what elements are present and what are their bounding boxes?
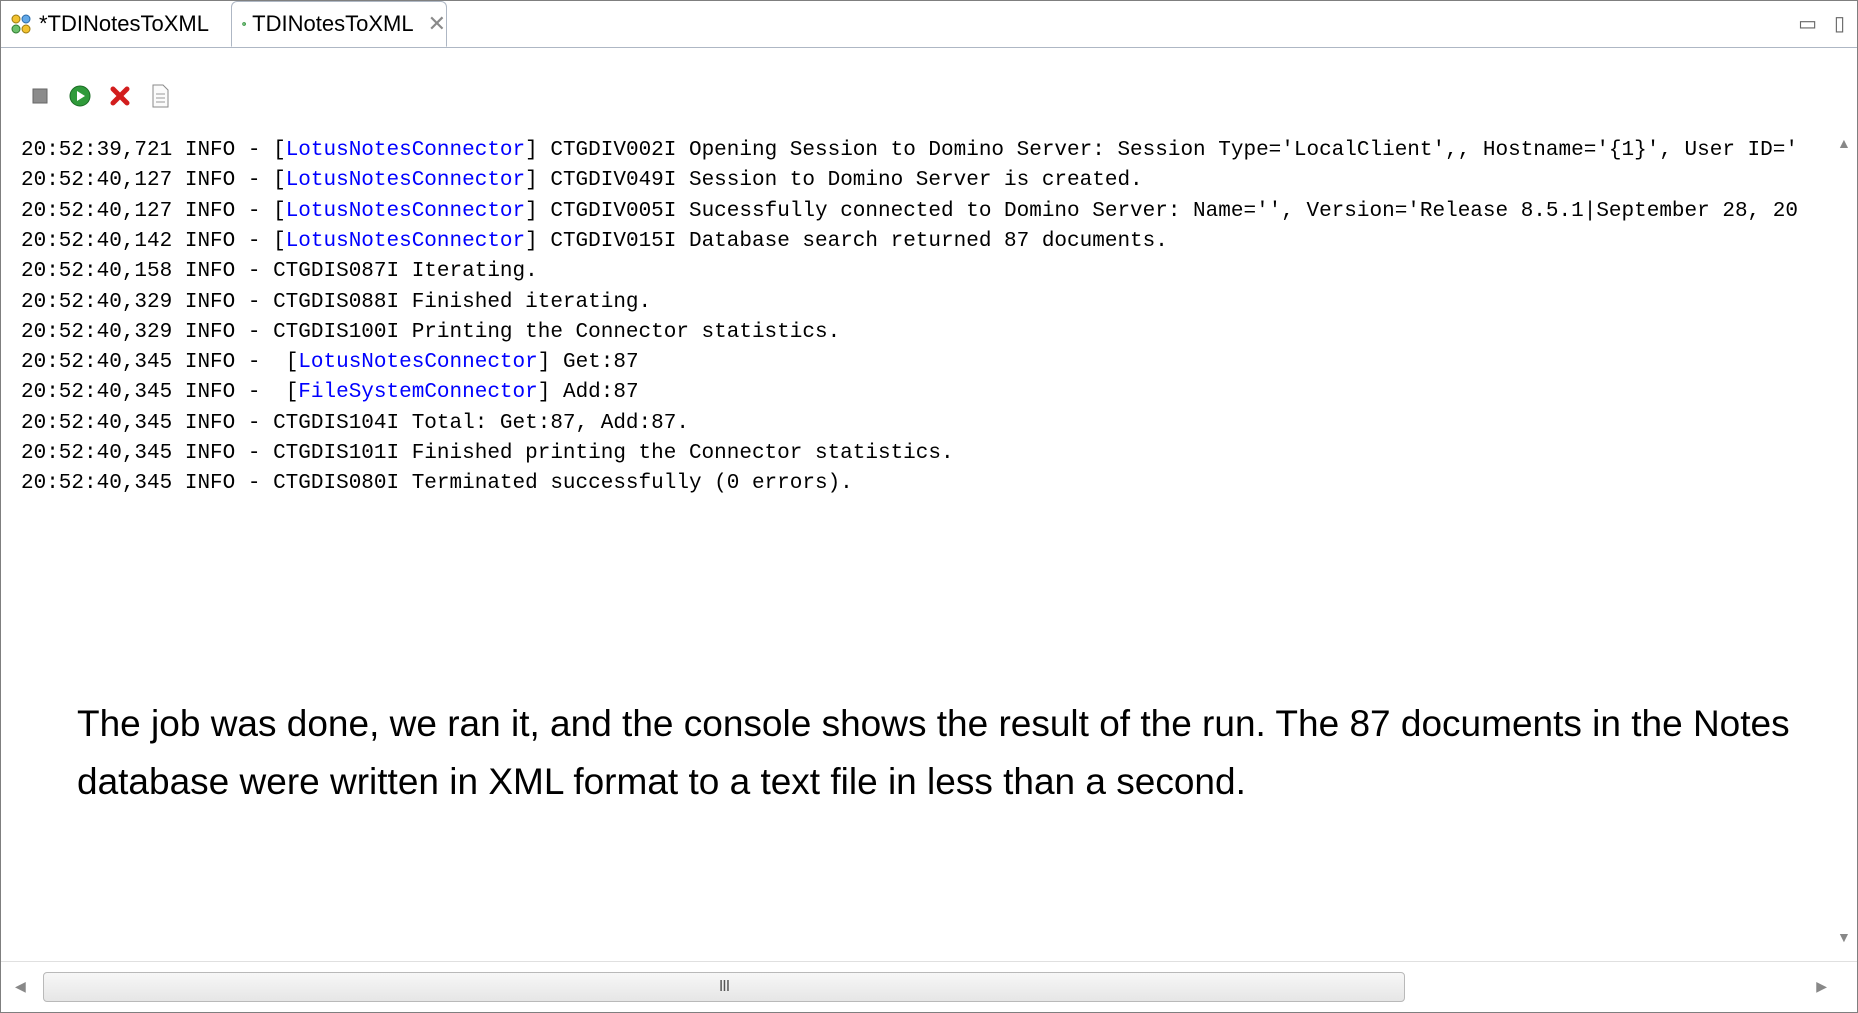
connector-link[interactable]: FileSystemConnector: [298, 381, 537, 404]
log-message: CTGDIV049I Session to Domino Server is c…: [537, 169, 1143, 193]
scroll-thumb[interactable]: III: [43, 972, 1405, 1002]
connector-link[interactable]: LotusNotesConnector: [286, 230, 525, 253]
vertical-scrollbar[interactable]: ▲ ▼: [1831, 129, 1855, 949]
log-separator: -: [235, 381, 286, 405]
scroll-left-icon[interactable]: ◀: [15, 978, 26, 995]
log-timestamp: 20:52:39,721: [21, 139, 173, 162]
log-separator: -: [235, 290, 274, 314]
log-separator: -: [235, 442, 274, 465]
log-line: 20:52:40,345 INFO - CTGDIS080I Terminate…: [21, 466, 853, 502]
minimize-icon[interactable]: ▭: [1798, 11, 1817, 36]
log-timestamp: 20:52:40,345: [21, 411, 173, 435]
tab-label: *TDINotesToXML: [39, 11, 209, 36]
connector-link[interactable]: LotusNotesConnector: [286, 139, 525, 162]
log-level: INFO: [184, 229, 236, 253]
log-timestamp: 20:52:40,127: [21, 199, 173, 223]
run-icon: [242, 22, 246, 26]
clear-button[interactable]: [109, 85, 131, 107]
log-level: INFO: [184, 290, 236, 314]
log-timestamp: 20:52:40,329: [21, 290, 173, 314]
log-timestamp: 20:52:40,345: [21, 472, 173, 496]
log-file-button[interactable]: [149, 84, 171, 108]
log-message: CTGDIS104I Total: Get:87, Add:87.: [273, 411, 689, 435]
connector-link[interactable]: LotusNotesConnector: [286, 200, 525, 223]
log-timestamp: 20:52:40,329: [21, 320, 173, 344]
run-button[interactable]: [69, 85, 91, 107]
tab-label: TDINotesToXML: [252, 11, 414, 36]
tab-tdinotestoxml-editor[interactable]: *TDINotesToXML: [9, 1, 231, 47]
log-message: Add:87: [550, 381, 639, 405]
log-level: INFO: [184, 442, 236, 465]
log-level: INFO: [184, 169, 236, 193]
log-separator: -: [235, 199, 274, 223]
console-view: *TDINotesToXML TDINotesToXML ✕ ▭ ▯ 20:52…: [0, 0, 1858, 1013]
connector-link[interactable]: LotusNotesConnector: [298, 351, 537, 374]
log-timestamp: 20:52:40,142: [21, 229, 173, 253]
annotation-text: The job was done, we ran it, and the con…: [77, 703, 1790, 802]
log-level: INFO: [184, 411, 236, 435]
log-message: CTGDIS087I Iterating.: [273, 260, 538, 284]
log-timestamp: 20:52:40,158: [21, 260, 173, 284]
log-message: CTGDIV015I Database search returned 87 d…: [537, 229, 1168, 253]
log-separator: -: [235, 411, 274, 435]
close-icon[interactable]: ✕: [428, 11, 446, 37]
log-timestamp: 20:52:40,127: [21, 169, 173, 193]
scroll-up-icon[interactable]: ▲: [1837, 135, 1851, 151]
log-level: INFO: [184, 320, 236, 344]
log-timestamp: 20:52:40,345: [21, 351, 173, 375]
console-toolbar: [29, 81, 171, 111]
log-message: CTGDIS088I Finished iterating.: [273, 290, 652, 314]
log-message: CTGDIS101I Finished printing the Connect…: [273, 442, 954, 465]
grip-icon: III: [718, 978, 730, 995]
log-message: CTGDIS100I Printing the Connector statis…: [273, 320, 841, 344]
log-message: Get:87: [550, 351, 639, 375]
stop-icon: [32, 88, 48, 104]
scroll-down-icon[interactable]: ▼: [1837, 929, 1851, 945]
log-separator: -: [235, 472, 274, 496]
scroll-right-icon[interactable]: ▶: [1816, 978, 1827, 995]
log-level: INFO: [184, 199, 236, 223]
log-separator: -: [235, 139, 274, 162]
log-message: CTGDIS080I Terminated successfully (0 er…: [273, 472, 853, 496]
log-timestamp: 20:52:40,345: [21, 442, 173, 465]
maximize-icon[interactable]: ▯: [1834, 11, 1845, 36]
console-output: 20:52:39,721 INFO - [LotusNotesConnector…: [1, 129, 1821, 949]
tab-bar: *TDINotesToXML TDINotesToXML ✕ ▭ ▯: [1, 1, 1857, 48]
log-separator: -: [235, 229, 274, 253]
log-level: INFO: [184, 260, 236, 284]
log-separator: -: [235, 351, 286, 375]
log-level: INFO: [184, 381, 236, 405]
log-separator: -: [235, 260, 274, 284]
document-icon: [152, 84, 169, 108]
log-level: INFO: [184, 472, 236, 496]
run-icon: [69, 85, 91, 107]
log-timestamp: 20:52:40,345: [21, 381, 173, 405]
connector-link[interactable]: LotusNotesConnector: [286, 169, 525, 192]
tab-tdinotestoxml-console[interactable]: TDINotesToXML ✕: [231, 1, 447, 47]
horizontal-scrollbar[interactable]: ◀ III ▶: [1, 961, 1857, 1012]
connector-icon: [11, 14, 31, 34]
log-message: CTGDIV002I Opening Session to Domino Ser…: [537, 139, 1798, 162]
log-separator: -: [235, 320, 274, 344]
stop-button[interactable]: [29, 85, 51, 107]
x-icon: [110, 86, 130, 106]
log-separator: -: [235, 169, 274, 193]
log-message: CTGDIV005I Sucessfully connected to Domi…: [537, 199, 1798, 223]
log-level: INFO: [184, 139, 236, 162]
log-level: INFO: [184, 351, 236, 375]
